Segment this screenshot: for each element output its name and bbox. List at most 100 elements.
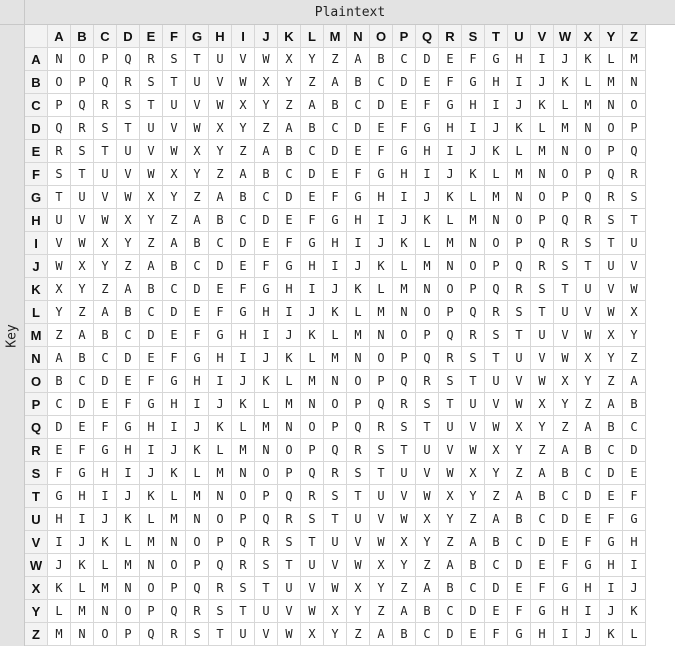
table-cell: F xyxy=(163,347,186,370)
table-cell: K xyxy=(485,140,508,163)
column-header-cell: V xyxy=(531,25,554,48)
table-cell: H xyxy=(462,94,485,117)
row-header-cell: G xyxy=(25,186,48,209)
table-cell: I xyxy=(577,600,600,623)
table-cell: Y xyxy=(370,577,393,600)
table-cell: G xyxy=(209,324,232,347)
table-cell: W xyxy=(554,347,577,370)
table-cell: S xyxy=(71,140,94,163)
table-cell: P xyxy=(600,140,623,163)
table-cell: N xyxy=(163,531,186,554)
row-header-cell: A xyxy=(25,48,48,71)
table-cell: A xyxy=(577,416,600,439)
table-cell: S xyxy=(117,94,140,117)
table-cell: L xyxy=(462,186,485,209)
table-cell: V xyxy=(439,439,462,462)
table-cell: P xyxy=(508,232,531,255)
table-cell: U xyxy=(370,485,393,508)
row-header-cell: I xyxy=(25,232,48,255)
table-cell: R xyxy=(416,370,439,393)
table-cell: W xyxy=(278,623,301,646)
table-row: KXYZABCDEFGHIJKLMNOPQRSTUVW xyxy=(25,278,675,301)
table-cell: N xyxy=(531,163,554,186)
table-cell: N xyxy=(508,186,531,209)
table-cell: N xyxy=(393,301,416,324)
table-cell: Q xyxy=(117,48,140,71)
table-cell: Y xyxy=(140,209,163,232)
table-cell: W xyxy=(301,600,324,623)
table-cell: W xyxy=(255,48,278,71)
table-cell: G xyxy=(508,623,531,646)
table-cell: K xyxy=(554,71,577,94)
table-cell: U xyxy=(94,163,117,186)
table-cell: Q xyxy=(278,485,301,508)
table-cell: X xyxy=(117,209,140,232)
table-cell: X xyxy=(48,278,71,301)
table-cell: O xyxy=(347,370,370,393)
table-cell: Z xyxy=(71,301,94,324)
table-cell: H xyxy=(278,278,301,301)
table-cell: O xyxy=(600,117,623,140)
table-cell: W xyxy=(393,508,416,531)
table-cell: J xyxy=(278,324,301,347)
table-cell: Q xyxy=(94,71,117,94)
table-cell: D xyxy=(370,94,393,117)
table-cell: V xyxy=(117,163,140,186)
table-cell: K xyxy=(577,48,600,71)
table-cell: Z xyxy=(416,554,439,577)
table-cell: W xyxy=(48,255,71,278)
table-cell: S xyxy=(462,347,485,370)
table-cell: N xyxy=(347,347,370,370)
table-cell: Y xyxy=(324,623,347,646)
table-cell: K xyxy=(186,439,209,462)
table-cell: Y xyxy=(255,94,278,117)
table-cell: G xyxy=(71,462,94,485)
table-cell: L xyxy=(94,554,117,577)
table-cell: O xyxy=(462,255,485,278)
table-cell: E xyxy=(554,531,577,554)
table-cell: Q xyxy=(623,140,646,163)
table-cell: N xyxy=(600,94,623,117)
table-cell: P xyxy=(140,600,163,623)
table-cell: B xyxy=(301,117,324,140)
table-cell: N xyxy=(577,117,600,140)
table-cell: J xyxy=(508,94,531,117)
table-cell: Q xyxy=(140,623,163,646)
table-cell: H xyxy=(186,370,209,393)
table-cell: M xyxy=(186,485,209,508)
table-cell: C xyxy=(209,232,232,255)
table-cell: D xyxy=(416,48,439,71)
table-cell: N xyxy=(623,71,646,94)
table-cell: J xyxy=(140,462,163,485)
table-cell: K xyxy=(370,255,393,278)
table-cell: D xyxy=(439,623,462,646)
table-cell: T xyxy=(209,623,232,646)
table-cell: Z xyxy=(163,209,186,232)
table-cell: T xyxy=(600,232,623,255)
table-cell: M xyxy=(462,209,485,232)
table-cell: C xyxy=(416,623,439,646)
table-cell: O xyxy=(623,94,646,117)
table-cell: P xyxy=(71,71,94,94)
table-cell: U xyxy=(577,278,600,301)
table-cell: R xyxy=(232,554,255,577)
table-cell: M xyxy=(347,324,370,347)
table-cell: R xyxy=(439,347,462,370)
table-cell: R xyxy=(209,577,232,600)
table-cell: U xyxy=(301,554,324,577)
column-header-cell: S xyxy=(462,25,485,48)
table-cell: V xyxy=(278,600,301,623)
table-cell: C xyxy=(255,186,278,209)
table-cell: P xyxy=(94,48,117,71)
table-cell: D xyxy=(94,370,117,393)
table-cell: O xyxy=(186,531,209,554)
table-cell: J xyxy=(370,232,393,255)
table-cell: O xyxy=(209,508,232,531)
table-cell: W xyxy=(439,462,462,485)
table-cell: W xyxy=(370,531,393,554)
table-cell: L xyxy=(48,600,71,623)
table-cell: S xyxy=(48,163,71,186)
table-cell: L xyxy=(416,232,439,255)
table-cell: W xyxy=(232,71,255,94)
table-cell: J xyxy=(71,531,94,554)
